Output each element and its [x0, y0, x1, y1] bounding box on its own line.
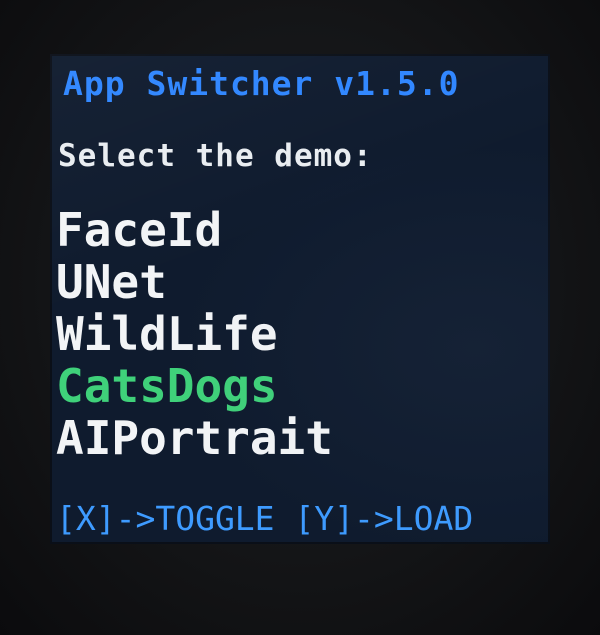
select-prompt: Select the demo: — [58, 138, 373, 174]
load-hint: [Y]->LOAD — [294, 499, 474, 538]
menu-item-unet[interactable]: UNet — [56, 256, 333, 308]
demo-menu: FaceId UNet WildLife CatsDogs AIPortrait — [56, 204, 333, 464]
menu-item-aiportrait[interactable]: AIPortrait — [56, 412, 333, 464]
menu-item-wildlife[interactable]: WildLife — [56, 308, 333, 360]
lcd-screen: App Switcher v1.5.0 Select the demo: Fac… — [50, 54, 550, 544]
button-hints: [X]->TOGGLE [Y]->LOAD — [56, 499, 473, 538]
menu-item-catsdogs[interactable]: CatsDogs — [56, 360, 333, 412]
toggle-hint: [X]->TOGGLE — [56, 499, 275, 538]
app-title: App Switcher v1.5.0 — [63, 64, 460, 103]
menu-item-faceid[interactable]: FaceId — [56, 204, 333, 256]
